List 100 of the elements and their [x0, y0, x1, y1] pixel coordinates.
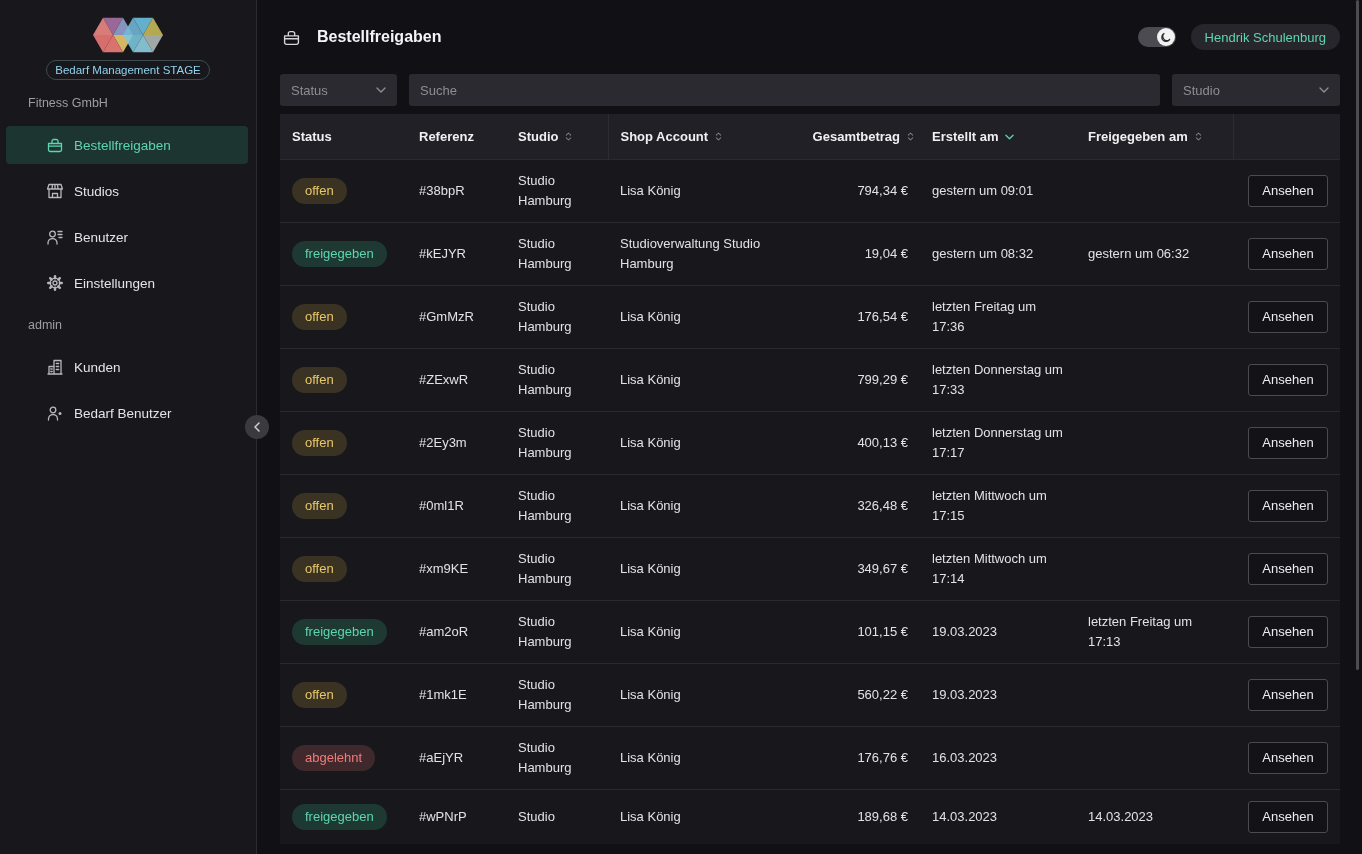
status-badge: offen — [292, 178, 347, 204]
table-cell: #ZExwR — [419, 372, 469, 387]
table-cell: Lisa König — [620, 750, 681, 765]
status-badge: offen — [292, 304, 347, 330]
table-cell: #0ml1R — [419, 498, 464, 513]
search-field[interactable]: Suche — [409, 74, 1160, 106]
status-badge: offen — [292, 367, 347, 393]
table-cell: 176,54 € — [857, 309, 908, 324]
table-cell: Lisa König — [620, 435, 681, 450]
view-button[interactable]: Ansehen — [1248, 364, 1328, 396]
nav-item[interactable]: Kunden — [6, 348, 248, 386]
table-cell: 14.03.2023 — [1088, 809, 1154, 824]
table-cell: #aEjYR — [419, 750, 464, 765]
table-cell: Studio Hamburg — [518, 614, 572, 649]
table-cell: 189,68 € — [857, 809, 908, 824]
table-cell: Studio Hamburg — [518, 551, 572, 586]
logo — [93, 17, 163, 53]
view-button[interactable]: Ansehen — [1248, 490, 1328, 522]
table-cell: Studio Hamburg — [518, 173, 572, 208]
nav-item[interactable]: Bestellfreigaben — [6, 126, 248, 164]
table-cell: #wPNrP — [419, 809, 467, 824]
table-cell: gestern um 06:32 — [1088, 246, 1190, 261]
section-title: admin — [27, 317, 63, 333]
table-cell: Lisa König — [620, 372, 681, 387]
building-icon — [47, 359, 63, 375]
table-cell: letzten Freitag um 17:13 — [1088, 614, 1193, 649]
table-cell: letzten Donnerstag um 17:33 — [932, 362, 1063, 397]
table-cell: #2Ey3m — [419, 435, 467, 450]
table-cell: #xm9KE — [419, 561, 469, 576]
chevron-down-icon — [376, 87, 386, 93]
view-button[interactable]: Ansehen — [1248, 616, 1328, 648]
view-button[interactable]: Ansehen — [1248, 301, 1328, 333]
table-cell: Studio Hamburg — [518, 488, 572, 523]
status-badge: offen — [292, 430, 347, 456]
chevron-down-icon — [1319, 87, 1329, 93]
table-cell: #am2oR — [419, 624, 469, 639]
table-cell: Studio Hamburg — [518, 299, 572, 334]
store-icon — [47, 183, 63, 199]
section-title: Fitness GmbH — [27, 95, 108, 111]
table-cell: 176,76 € — [857, 750, 908, 765]
table-cell: Lisa König — [620, 687, 681, 702]
collapse-button[interactable] — [245, 415, 269, 439]
scrollbar-thumb[interactable] — [1356, 0, 1359, 670]
column-header[interactable]: Freigegeben am — [1076, 114, 1233, 160]
studio-select[interactable]: Studio — [1172, 74, 1340, 106]
table-cell: gestern um 08:32 — [932, 246, 1034, 261]
table-cell: Lisa König — [620, 309, 681, 324]
view-button[interactable]: Ansehen — [1248, 175, 1328, 207]
table-cell: 326,48 € — [857, 498, 908, 513]
column-header[interactable]: Gesamtbetrag — [790, 114, 920, 160]
view-button[interactable]: Ansehen — [1248, 238, 1328, 270]
chevron-left-icon — [254, 422, 260, 432]
basket-icon — [47, 137, 63, 153]
table-cell: 19,04 € — [864, 246, 908, 261]
table-cell: Lisa König — [620, 183, 681, 198]
table-cell: 560,22 € — [857, 687, 908, 702]
table-cell: #38bpR — [419, 183, 465, 198]
table-cell: Lisa König — [620, 624, 681, 639]
table-cell: #kEJYR — [419, 246, 466, 261]
table-cell: letzten Donnerstag um 17:17 — [932, 425, 1063, 460]
theme-toggle[interactable] — [1137, 27, 1176, 47]
column-header: Referenz — [407, 114, 506, 160]
table-cell: letzten Freitag um 17:36 — [932, 299, 1037, 334]
status-badge: freigegeben — [292, 619, 387, 645]
table-cell: letzten Mittwoch um 17:15 — [932, 488, 1047, 523]
status-select[interactable]: Status — [280, 74, 397, 106]
table-cell: 400,13 € — [857, 435, 908, 450]
table-cell: #1mk1E — [419, 687, 467, 702]
table-cell: 14.03.2023 — [932, 809, 998, 824]
table-cell: 799,29 € — [857, 372, 908, 387]
table-cell: Studioverwaltung Studio Hamburg — [620, 236, 761, 271]
view-button[interactable]: Ansehen — [1248, 742, 1328, 774]
nav-item[interactable]: Einstellungen — [6, 264, 248, 302]
status-badge: offen — [292, 556, 347, 582]
column-header[interactable]: Shop Account — [608, 114, 790, 160]
column-header[interactable]: Studio — [506, 114, 608, 160]
table-cell: Studio Hamburg — [518, 740, 572, 775]
table-cell: Studio Hamburg — [518, 236, 572, 271]
table-cell: 794,34 € — [857, 183, 908, 198]
status-badge: freigegeben — [292, 804, 387, 830]
view-button[interactable]: Ansehen — [1248, 553, 1328, 585]
view-button[interactable]: Ansehen — [1248, 801, 1328, 833]
table-cell: #GmMzR — [419, 309, 474, 324]
user-list-icon — [47, 229, 63, 245]
table-cell: 19.03.2023 — [932, 624, 998, 639]
nav-item[interactable]: Studios — [6, 172, 248, 210]
column-header[interactable]: Erstellt am — [920, 114, 1076, 160]
nav-item[interactable]: Benutzer — [6, 218, 248, 256]
table-cell: Studio Hamburg — [518, 677, 572, 712]
status-badge: offen — [292, 493, 347, 519]
settings-icon — [47, 275, 63, 291]
view-button[interactable]: Ansehen — [1248, 679, 1328, 711]
table-cell: 19.03.2023 — [932, 687, 998, 702]
table-cell: Lisa König — [620, 809, 681, 824]
moon-icon — [1159, 31, 1172, 43]
user-dot-icon — [47, 405, 63, 421]
user-menu-button[interactable]: Hendrik Schulenburg — [1190, 24, 1340, 50]
basket-icon — [283, 28, 300, 46]
view-button[interactable]: Ansehen — [1248, 427, 1328, 459]
table-cell: Studio — [518, 809, 555, 824]
